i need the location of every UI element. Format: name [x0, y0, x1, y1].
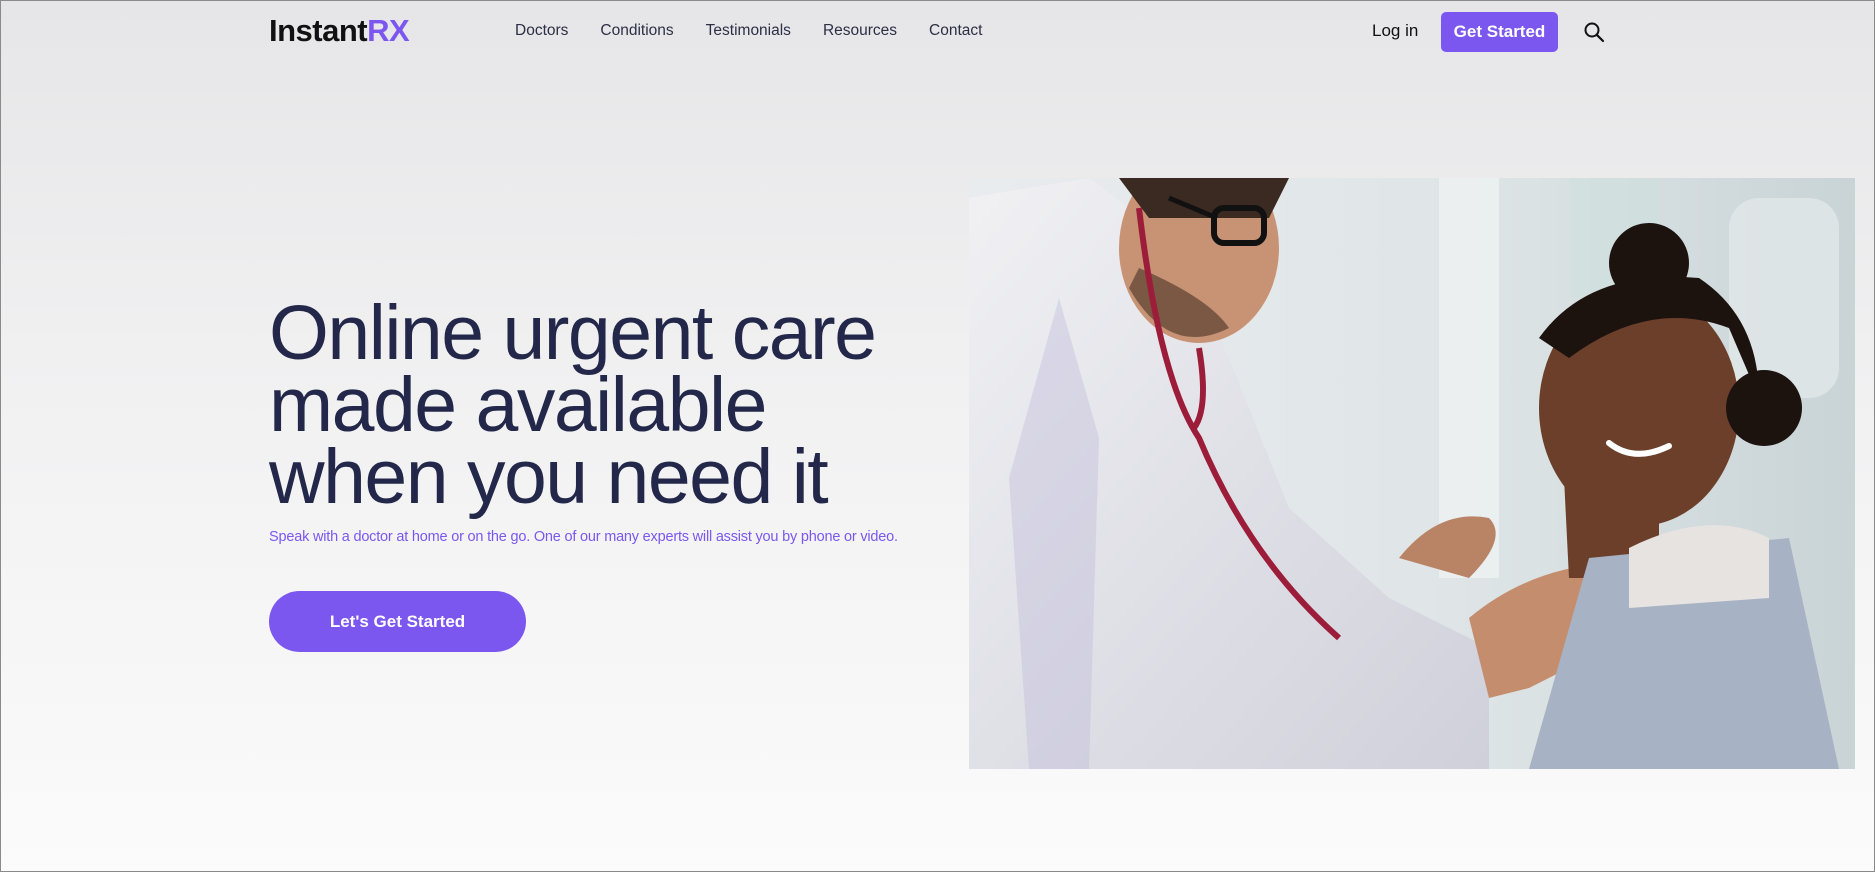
login-link[interactable]: Log in — [1372, 21, 1418, 41]
nav-resources[interactable]: Resources — [823, 22, 897, 40]
hero-subtitle: Speak with a doctor at home or on the go… — [269, 529, 898, 545]
logo-accent: RX — [367, 13, 410, 48]
logo[interactable]: InstantRX — [269, 13, 410, 49]
nav-doctors[interactable]: Doctors — [515, 22, 568, 40]
logo-main: Instant — [269, 13, 368, 48]
main-nav: Doctors Conditions Testimonials Resource… — [515, 22, 1014, 40]
hero-photo — [969, 178, 1855, 769]
search-icon[interactable] — [1583, 21, 1605, 43]
lets-get-started-button[interactable]: Let's Get Started — [269, 591, 526, 652]
nav-testimonials[interactable]: Testimonials — [706, 22, 791, 40]
site-header: InstantRX Doctors Conditions Testimonial… — [1, 1, 1874, 63]
hero-title-line-3: when you need it — [269, 434, 829, 520]
get-started-button[interactable]: Get Started — [1441, 12, 1558, 52]
nav-conditions[interactable]: Conditions — [600, 22, 673, 40]
hero-title: Online urgent care made available when y… — [269, 295, 929, 516]
nav-contact[interactable]: Contact — [929, 22, 982, 40]
